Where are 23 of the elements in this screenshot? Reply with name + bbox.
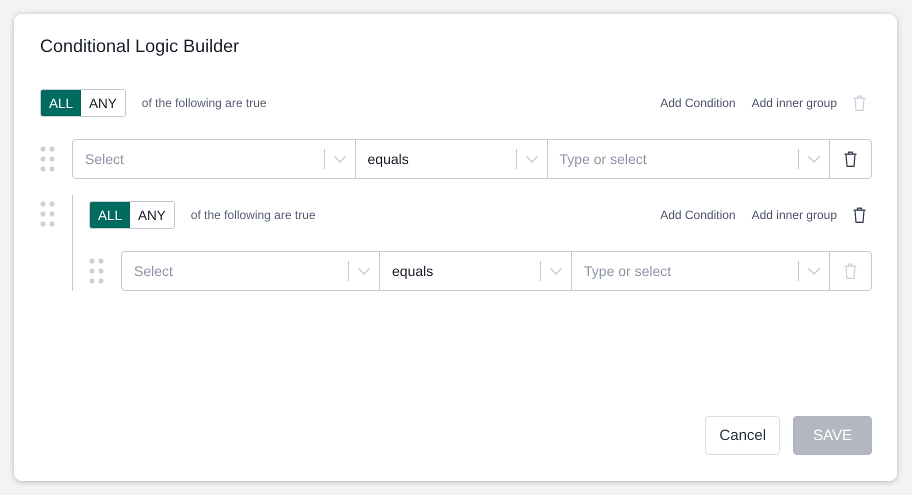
group-caption: of the following are true <box>142 96 267 110</box>
delete-icon[interactable] <box>844 151 857 167</box>
cancel-button[interactable]: Cancel <box>705 416 780 455</box>
action-link[interactable]: Add inner group <box>752 208 837 222</box>
chevron-down-icon <box>808 268 820 274</box>
chevron-down-icon <box>550 268 562 274</box>
operator-select[interactable]: equals <box>356 140 548 178</box>
operator-select[interactable]: equals <box>380 252 572 290</box>
action-link[interactable]: Add Condition <box>660 96 736 110</box>
mode-tab[interactable]: ALL <box>90 202 130 228</box>
group-caption: of the following are true <box>190 208 316 222</box>
chevron-down-icon <box>526 156 538 162</box>
drag-handle-icon[interactable] <box>89 258 105 284</box>
action-link[interactable]: Add Condition <box>660 208 736 222</box>
mode-tab[interactable]: ALL <box>41 90 82 116</box>
chevron-down-icon <box>334 156 346 162</box>
chevron-down-icon <box>808 156 820 162</box>
chevron-down-icon <box>358 268 370 274</box>
drag-handle-icon[interactable] <box>40 146 56 172</box>
action-link[interactable]: Add inner group <box>752 96 837 110</box>
delete-icon[interactable] <box>853 207 866 223</box>
drag-handle-icon[interactable] <box>40 201 56 227</box>
dialog-title: Conditional Logic Builder <box>40 35 240 58</box>
